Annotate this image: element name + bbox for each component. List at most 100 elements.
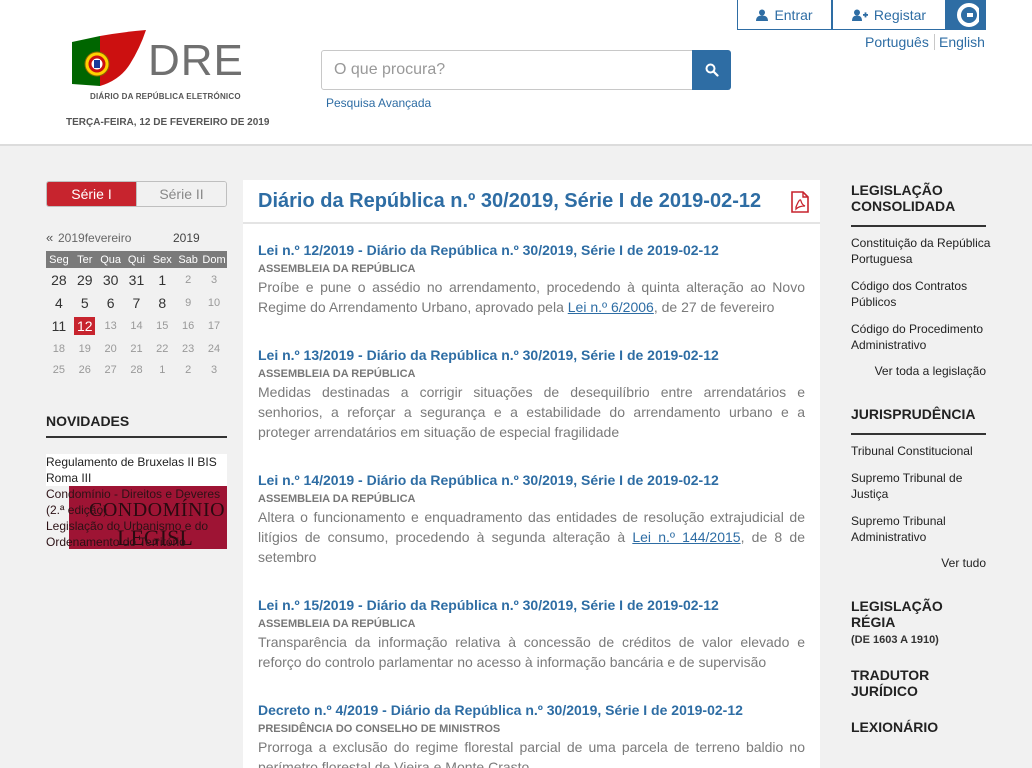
diploma-title-link[interactable]: Lei n.º 15/2019 - Diário da República n.… — [258, 597, 805, 613]
ver-toda-legislacao-link[interactable]: Ver toda a legislação — [875, 364, 986, 378]
calendar-day-selected[interactable]: 12 — [72, 314, 98, 337]
calendar-week: 28 29 30 31 1 2 3 — [46, 268, 227, 291]
calendar-day: 9 — [185, 296, 192, 309]
tradutor-juridico-link[interactable]: TRADUTOR JURÍDICO — [851, 667, 986, 699]
calendar-weekday: Seg — [46, 251, 72, 268]
lexionario-link[interactable]: LEXIONÁRIO — [851, 719, 986, 735]
calendar-day[interactable]: 5 — [72, 291, 98, 314]
calendar-day: 3 — [210, 273, 218, 286]
search-input[interactable] — [321, 50, 693, 90]
calendar-weekday: Ter — [71, 251, 98, 268]
calendar-day: 24 — [207, 342, 221, 355]
diploma-title-link[interactable]: Decreto n.º 4/2019 - Diário da República… — [258, 702, 805, 718]
logo-text: DRE — [148, 36, 244, 85]
calendar-day: 27 — [104, 364, 117, 376]
diploma-title-link[interactable]: Lei n.º 13/2019 - Diário da República n.… — [258, 347, 805, 363]
calendar-day[interactable]: 6 — [98, 291, 124, 314]
tab-serie-i[interactable]: Série I — [47, 182, 136, 206]
calendar-weekday: Qua — [97, 251, 124, 268]
jurisprudencia-title: JURISPRUDÊNCIA — [851, 406, 986, 435]
legislacao-regia-section[interactable]: LEGISLAÇÃO RÉGIA (DE 1603 A 1910) — [851, 598, 986, 648]
calendar-days: 28 29 30 31 1 2 3 4 5 6 7 8 9 10 11 12 13 14 15 16 17 18 19 20 2… — [46, 268, 227, 380]
calendar-day: 13 — [104, 319, 117, 332]
link-supremo-tribunal-justica[interactable]: Supremo Tribunal de Justiça — [851, 470, 991, 502]
calendar-day[interactable]: 7 — [124, 291, 150, 314]
search-button[interactable] — [692, 50, 731, 90]
language-pt-link[interactable]: Português — [865, 34, 929, 50]
calendar-year[interactable]: 2019 — [173, 231, 200, 245]
diploma-summary: Transparência da informação relativa à c… — [258, 632, 805, 672]
calendar-week: 11 12 13 14 15 16 17 — [46, 314, 227, 337]
calendar-weekday: Dom — [201, 251, 227, 268]
calendar-weekday: Sab — [175, 251, 202, 268]
novidades-title: NOVIDADES — [46, 413, 227, 438]
ver-tudo-link[interactable]: Ver tudo — [941, 556, 986, 570]
calendar-day[interactable]: 31 — [124, 268, 150, 291]
calendar-day[interactable]: 4 — [46, 291, 72, 314]
calendar-week: 4 5 6 7 8 9 10 — [46, 291, 227, 314]
diploma-title-link[interactable]: Lei n.º 12/2019 - Diário da República n.… — [258, 242, 805, 258]
calendar: Seg Ter Qua Qui Sex Sab Dom 28 29 30 31 1 2 3 4 5 6 7 8 9 1… — [46, 251, 227, 380]
referenced-law-link[interactable]: Lei n.º 6/2006 — [568, 299, 654, 315]
calendar-day: 2 — [185, 273, 192, 286]
novidades-item[interactable]: Regulamento de Bruxelas II BIS Roma III — [46, 454, 227, 486]
diploma-entry: Lei n.º 15/2019 - Diário da República n.… — [258, 597, 805, 672]
tab-serie-ii[interactable]: Série II — [136, 182, 226, 206]
calendar-month[interactable]: 2019fevereiro — [58, 231, 131, 245]
dre-logo[interactable]: DRE DIÁRIO DA REPÚBLICA ELETRÓNICO — [70, 30, 243, 102]
link-contratos-publicos[interactable]: Código dos Contratos Públicos — [851, 278, 991, 310]
calendar-header: « 2019fevereiro 2019 — [46, 230, 227, 246]
novidades-list: Regulamento de Bruxelas II BIS Roma III … — [46, 453, 227, 551]
calendar-day[interactable]: 28 — [46, 268, 72, 291]
calendar-day[interactable]: 8 — [149, 291, 175, 314]
calendar-day[interactable]: 11 — [46, 314, 72, 337]
login-label: Entrar — [774, 6, 813, 23]
novidades-item[interactable]: Condomínio - Direitos e Deveres (2.ª edi… — [46, 486, 227, 518]
calendar-day: 20 — [104, 342, 117, 355]
calendar-day[interactable]: 1 — [149, 268, 175, 291]
calendar-day[interactable]: 30 — [98, 268, 124, 291]
summary-text: Transparência da informação relativa à c… — [258, 634, 805, 670]
diploma-issuer: ASSEMBLEIA DA REPÚBLICA — [258, 368, 416, 380]
link-tribunal-constitucional[interactable]: Tribunal Constitucional — [851, 443, 991, 459]
current-date: TERÇA-FEIRA, 12 DE FEVEREIRO DE 2019 — [66, 117, 270, 128]
register-label: Registar — [873, 6, 927, 23]
legislacao-consolidada-title: LEGISLAÇÃO CONSOLIDADA — [851, 182, 986, 227]
link-constituicao[interactable]: Constituição da República Portuguesa — [851, 235, 991, 267]
user-icon — [756, 9, 769, 21]
user-plus-icon — [851, 9, 868, 21]
calendar-week: 18 19 20 21 22 23 24 — [46, 337, 227, 360]
calendar-day: 1 — [159, 364, 166, 376]
calendar-day: 14 — [130, 319, 143, 332]
diploma-entry: Decreto n.º 4/2019 - Diário da República… — [258, 702, 805, 768]
autenticacao-gov-button[interactable] — [946, 0, 986, 30]
page-title: Diário da República n.º 30/2019, Série I… — [258, 190, 762, 212]
calendar-weekdays: Seg Ter Qua Qui Sex Sab Dom — [46, 251, 227, 268]
diploma-issuer: PRESIDÊNCIA DO CONSELHO DE MINISTROS — [258, 723, 501, 735]
link-procedimento-administrativo[interactable]: Código do Procedimento Administrativo — [851, 321, 991, 353]
diploma-title-link[interactable]: Lei n.º 14/2019 - Diário da República n.… — [258, 472, 805, 488]
search-icon — [705, 63, 719, 77]
novidades-item[interactable]: Legislação do Urbanismo e do Ordenamento… — [46, 518, 227, 550]
calendar-day[interactable]: 29 — [72, 268, 98, 291]
diploma-entry: Lei n.º 12/2019 - Diário da República n.… — [258, 242, 805, 317]
advanced-search-link[interactable]: Pesquisa Avançada — [326, 96, 431, 110]
main-content: Diário da República n.º 30/2019, Série I… — [243, 180, 820, 768]
summary-text: Medidas destinadas a corrigir situações … — [258, 384, 805, 440]
calendar-prev-month-icon[interactable]: « — [46, 230, 53, 245]
diploma-summary: Prorroga a exclusão do regime florestal … — [258, 737, 805, 768]
legislacao-regia-subtitle: (DE 1603 A 1910) — [851, 634, 939, 646]
calendar-day: 25 — [52, 364, 66, 376]
link-supremo-tribunal-administrativo[interactable]: Supremo Tribunal Administrativo — [851, 513, 991, 545]
pdf-icon[interactable] — [791, 191, 809, 213]
calendar-day: 19 — [78, 342, 91, 355]
calendar-day: 22 — [156, 342, 169, 355]
register-button[interactable]: Registar — [832, 0, 946, 30]
calendar-weekday: Qui — [123, 251, 150, 268]
login-button[interactable]: Entrar — [737, 0, 832, 30]
calendar-day: 2 — [185, 364, 192, 376]
language-en-link[interactable]: English — [934, 34, 985, 50]
referenced-law-link[interactable]: Lei n.º 144/2015 — [632, 529, 740, 545]
calendar-day: 16 — [182, 319, 195, 332]
diploma-issuer: ASSEMBLEIA DA REPÚBLICA — [258, 618, 416, 630]
